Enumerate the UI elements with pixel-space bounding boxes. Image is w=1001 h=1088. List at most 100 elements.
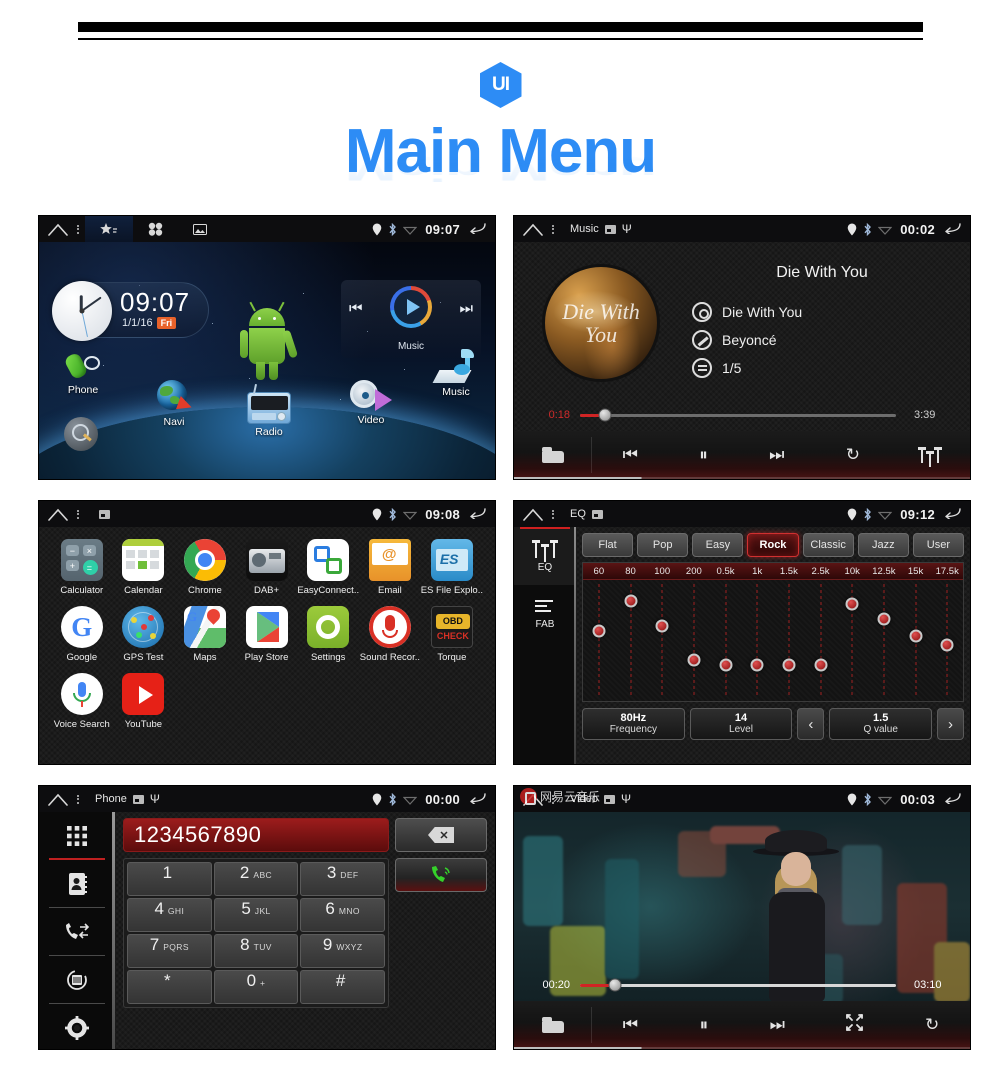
back-arrow-icon[interactable] <box>943 791 962 808</box>
sidebar-item-contacts[interactable] <box>39 860 115 908</box>
eq-knob[interactable] <box>624 594 637 608</box>
backspace-button[interactable]: ✕ <box>395 818 487 852</box>
key-9[interactable]: 9 WXYZ <box>300 934 385 968</box>
overflow-menu-icon[interactable] <box>71 508 85 520</box>
shortcut-radio[interactable]: Radio <box>237 383 301 438</box>
key-5[interactable]: 5 JKL <box>213 898 299 932</box>
video-progress-slider[interactable] <box>580 978 896 992</box>
eq-knob[interactable] <box>782 658 796 672</box>
key-0[interactable]: 0 + <box>213 970 299 1004</box>
sidebar-item-dialpad[interactable] <box>39 812 115 860</box>
eq-knob[interactable] <box>877 612 891 626</box>
eq-knob[interactable] <box>750 658 764 672</box>
eq-knob[interactable] <box>940 638 954 652</box>
sidebar-item-fab[interactable]: FAB <box>514 585 576 643</box>
eq-slider-0.5k[interactable] <box>710 580 742 701</box>
call-button[interactable] <box>395 858 487 892</box>
eq-slider-1.5k[interactable] <box>773 580 805 701</box>
album-art[interactable]: Die With You <box>542 264 660 382</box>
home-icon[interactable] <box>47 223 69 236</box>
screen-video[interactable]: 00:20 03:10 ⏮ ⏸ ⏭ ↻ 网易云音乐 Video Ψ 00:03 <box>513 785 971 1050</box>
app-item-voice-search[interactable]: Voice Search <box>51 673 113 730</box>
key-8[interactable]: 8 TUV <box>213 934 299 968</box>
app-item-calendar[interactable]: Calendar <box>113 539 175 596</box>
sidebar-item-phone-settings[interactable] <box>39 1004 115 1049</box>
progress-slider[interactable] <box>580 408 896 422</box>
preset-rock[interactable]: Rock <box>747 533 799 557</box>
home-music-widget[interactable]: ⏮ ⏭ Music <box>341 280 481 358</box>
eq-slider-2.5k[interactable] <box>805 580 837 701</box>
app-item-chrome[interactable]: Chrome <box>174 539 236 596</box>
eq-knob[interactable] <box>687 653 701 667</box>
wallpaper-icon[interactable] <box>99 509 110 519</box>
back-arrow-icon[interactable] <box>943 506 962 523</box>
eq-slider-17.5k[interactable] <box>931 580 963 701</box>
music-widget-next-button[interactable]: ⏭ <box>459 300 473 317</box>
overflow-menu-icon[interactable] <box>546 223 560 235</box>
overflow-menu-icon[interactable] <box>546 508 560 520</box>
app-item-email[interactable]: @ Email <box>359 539 421 596</box>
music-widget-prev-button[interactable]: ⏮ <box>349 300 363 317</box>
app-item-easyconnect[interactable]: EasyConnect.. <box>297 539 359 596</box>
app-item-torque[interactable]: OBD CHECK Torque <box>421 606 483 663</box>
key-4[interactable]: 4 GHI <box>127 898 212 932</box>
back-arrow-icon[interactable] <box>468 221 487 238</box>
repeat-button[interactable]: ↻ <box>846 445 860 465</box>
eq-qvalue-field[interactable]: 1.5 Q value <box>829 708 933 740</box>
shortcut-navi[interactable]: Navi <box>142 380 206 428</box>
shortcut-phone[interactable]: Phone <box>51 352 115 396</box>
key-3[interactable]: 3 DEF <box>300 862 385 896</box>
screen-music[interactable]: Die With You Die With You Die With You B… <box>513 215 971 480</box>
home-tabs[interactable] <box>85 216 221 242</box>
overflow-menu-icon[interactable] <box>71 793 85 805</box>
folder-button[interactable] <box>514 431 592 479</box>
eq-slider-100[interactable] <box>646 580 678 701</box>
eq-knob[interactable] <box>909 629 923 643</box>
sidebar-item-eq[interactable]: EQ <box>514 527 576 585</box>
preset-flat[interactable]: Flat <box>582 533 634 557</box>
preset-pop[interactable]: Pop <box>637 533 689 557</box>
eq-slider-60[interactable] <box>583 580 615 701</box>
repeat-button[interactable]: ↻ <box>925 1015 939 1035</box>
screen-app-drawer[interactable]: −×+= Calculator Calendar Chrome DAB+ <box>38 500 496 765</box>
overflow-menu-icon[interactable] <box>71 223 85 235</box>
eq-slider-10k[interactable] <box>836 580 868 701</box>
prev-button[interactable]: ⏮ <box>623 445 638 465</box>
video-surface[interactable]: 00:20 03:10 ⏮ ⏸ ⏭ ↻ <box>514 812 970 1049</box>
key-7[interactable]: 7 PQRS <box>127 934 212 968</box>
equalizer-button[interactable] <box>918 447 943 467</box>
key-hash[interactable]: # <box>300 970 385 1004</box>
key-2[interactable]: 2 ABC <box>213 862 299 896</box>
app-item-youtube[interactable]: YouTube <box>113 673 175 730</box>
back-arrow-icon[interactable] <box>943 221 962 238</box>
shortcut-music[interactable]: Music <box>424 349 488 398</box>
app-item-google[interactable]: G Google <box>51 606 113 663</box>
sidebar-item-call-history[interactable] <box>39 908 115 956</box>
tab-wallpaper[interactable] <box>179 216 221 242</box>
tab-favorites[interactable] <box>85 216 133 242</box>
key-1[interactable]: 1 <box>127 862 212 896</box>
music-widget-play-button[interactable] <box>390 286 432 328</box>
eq-level-field[interactable]: 14 Level <box>689 708 793 740</box>
app-item-gps-test[interactable]: GPS Test <box>113 606 175 663</box>
eq-slider-1k[interactable] <box>741 580 773 701</box>
clock-widget[interactable]: 09:07 1/1/16 Fri <box>52 281 209 341</box>
preset-easy[interactable]: Easy <box>692 533 744 557</box>
tab-apps[interactable] <box>133 216 179 242</box>
eq-knob[interactable] <box>814 658 828 672</box>
eq-frequency-field[interactable]: 80Hz Frequency <box>582 708 685 740</box>
eq-slider-15k[interactable] <box>900 580 932 701</box>
back-arrow-icon[interactable] <box>468 506 487 523</box>
eq-knob[interactable] <box>845 597 859 611</box>
back-arrow-icon[interactable] <box>468 791 487 808</box>
next-button[interactable]: ⏭ <box>770 1015 785 1035</box>
eq-knob[interactable] <box>655 619 669 633</box>
screen-equalizer[interactable]: EQ FAB Flat Pop Easy Rock Classic Jazz U… <box>513 500 971 765</box>
progress-knob[interactable] <box>598 408 612 422</box>
app-item-maps[interactable]: G Maps <box>174 606 236 663</box>
eq-slider-80[interactable] <box>615 580 647 701</box>
folder-button[interactable] <box>514 1001 592 1049</box>
app-item-dab[interactable]: DAB+ <box>236 539 298 596</box>
home-icon[interactable] <box>522 508 544 521</box>
app-item-play-store[interactable]: Play Store <box>236 606 298 663</box>
